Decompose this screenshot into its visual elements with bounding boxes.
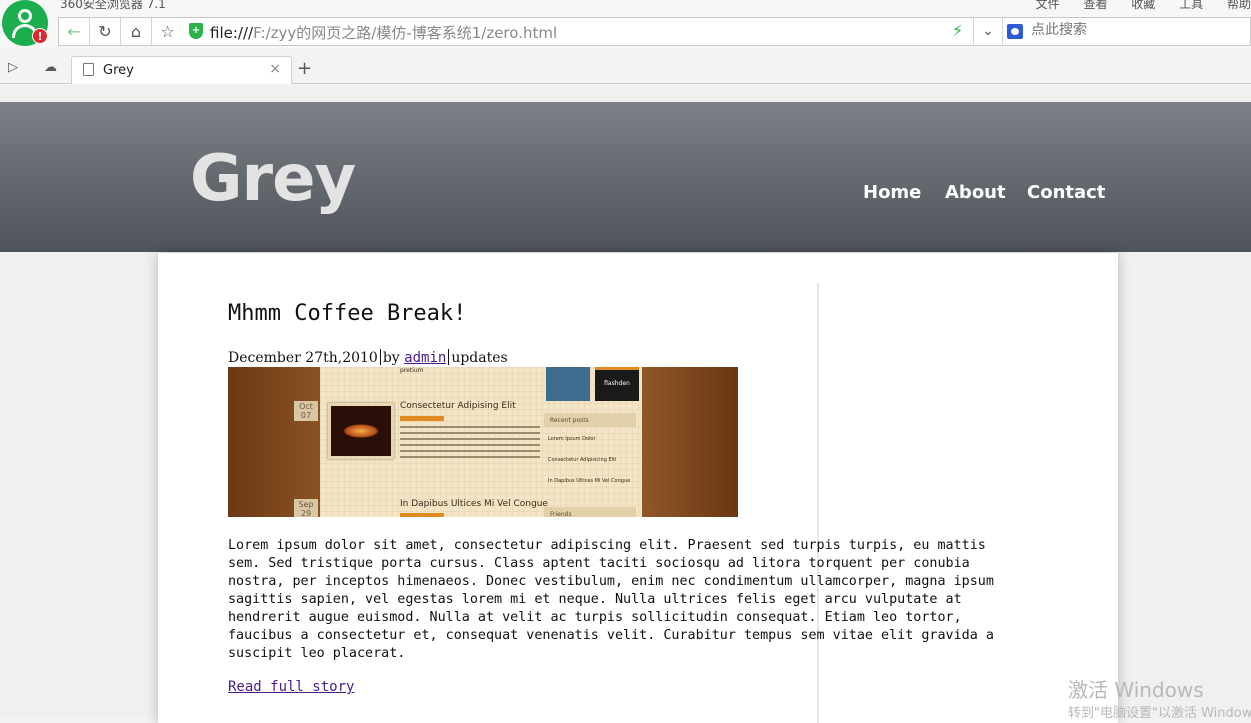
- refresh-icon: ↻: [98, 22, 112, 41]
- site-logo[interactable]: Grey: [190, 142, 356, 216]
- image-date-tag-2: Sep 29: [294, 499, 318, 517]
- post-date: December 27th,2010: [228, 350, 378, 366]
- site-header: Grey Home About Contact: [0, 102, 1251, 252]
- user-avatar[interactable]: !: [2, 0, 48, 46]
- image-thumbnail: [328, 403, 394, 459]
- post-by: by: [382, 350, 400, 366]
- menu-item-view[interactable]: 查看: [1083, 0, 1107, 11]
- meta-separator: [448, 349, 450, 365]
- star-icon: ☆: [160, 22, 175, 41]
- image-heading-1: Consectetur Adipising Elit: [400, 401, 516, 411]
- post-category: updates: [451, 350, 508, 366]
- image-ad-blue: [546, 367, 590, 401]
- browser-menu: 文件 查看 收藏 工具 帮助: [1016, 0, 1251, 12]
- tab-title: Grey: [103, 63, 134, 78]
- image-friends-box: Friends: [544, 507, 636, 517]
- image-date1-month: Oct: [299, 402, 313, 411]
- lightning-icon[interactable]: ⚡: [952, 21, 963, 40]
- image-flash-label: flashden: [604, 380, 630, 387]
- image-tag-label: [400, 513, 444, 517]
- read-more-link[interactable]: Read full story: [228, 679, 354, 695]
- new-tab-button[interactable]: +: [297, 58, 312, 79]
- cloud-icon[interactable]: ☁: [44, 60, 57, 75]
- bookmark-button[interactable]: ☆: [152, 18, 183, 45]
- post-image: pretium Oct 07 Sep 29 Consectetur Adipisin…: [228, 367, 738, 517]
- back-button[interactable]: ←: [59, 18, 90, 45]
- image-tag-label: [400, 416, 444, 421]
- image-text-lines: [400, 426, 540, 462]
- arrow-left-icon: ←: [67, 22, 81, 41]
- tab-grey[interactable]: Grey ×: [71, 56, 292, 84]
- menu-item-file[interactable]: 文件: [1036, 0, 1060, 11]
- url-dropdown-button[interactable]: ⌄: [973, 18, 1003, 45]
- address-bar[interactable]: file:///F:/zyy的网页之路/模仿-博客系统1/zero.html: [210, 22, 557, 43]
- search-input[interactable]: [1031, 22, 1241, 38]
- activation-watermark-subtitle: 转到"电脑设置"以激活 Windows: [1068, 706, 1251, 721]
- image-recent-item-1: Lorem Ipsum Dolor: [548, 436, 596, 442]
- web-page: Grey Home About Contact Mhmm Coffee Brea…: [0, 85, 1251, 723]
- url-protocol: file:///: [210, 24, 254, 42]
- avatar-head: [18, 9, 32, 23]
- menu-item-favorites[interactable]: 收藏: [1131, 0, 1155, 11]
- url-path: F:/zyy的网页之路/模仿-博客系统1/zero.html: [253, 24, 558, 42]
- image-ad-dark: flashden: [595, 367, 639, 401]
- image-date2-day: 29: [300, 509, 312, 517]
- post-title: Mhmm Coffee Break!: [228, 301, 467, 326]
- chevron-down-icon: ⌄: [982, 23, 994, 39]
- nav-home[interactable]: Home: [863, 182, 921, 203]
- address-toolbar: ← ↻ ⌂ ☆ + file:///F:/zyy的网页之路/模仿-博客系统1/z…: [58, 17, 1251, 46]
- post-body: Lorem ipsum dolor sit amet, consectetur …: [228, 538, 994, 661]
- close-icon[interactable]: ×: [269, 61, 281, 77]
- page-icon: [83, 63, 94, 76]
- author-link[interactable]: admin: [404, 350, 446, 366]
- alert-icon: !: [32, 28, 48, 44]
- image-recent-posts-box: Recent posts: [544, 413, 636, 427]
- image-date2-month: Sep: [298, 500, 314, 509]
- activation-watermark-title: 激活 Windows: [1068, 678, 1204, 702]
- image-recent-item-3: In Dapibus Ultices Mi Vel Congue: [548, 478, 631, 484]
- refresh-button[interactable]: ↻: [90, 18, 121, 45]
- image-date1-day: 07: [300, 411, 312, 420]
- nav-contact[interactable]: Contact: [1027, 182, 1105, 203]
- meta-separator: [379, 349, 381, 365]
- image-top-text: pretium: [400, 367, 424, 374]
- tab-bar: ▷ ☁ Grey × +: [0, 56, 1251, 84]
- sidebar-toggle-icon[interactable]: ▷: [8, 60, 18, 75]
- menu-item-help[interactable]: 帮助: [1227, 0, 1251, 11]
- post-meta: December 27th,2010 by admin updates: [228, 349, 508, 366]
- image-heading-2: In Dapibus Ultices Mi Vel Congue: [400, 499, 548, 509]
- image-date-tag-1: Oct 07: [294, 401, 318, 421]
- image-recent-item-2: Consectetur Adipisicing Elit: [548, 457, 617, 463]
- home-button[interactable]: ⌂: [121, 18, 152, 45]
- security-shield-icon[interactable]: +: [189, 23, 203, 39]
- baidu-paw-icon[interactable]: [1007, 24, 1023, 39]
- home-icon: ⌂: [130, 22, 142, 41]
- nav-about[interactable]: About: [945, 182, 1006, 203]
- browser-title: 360安全浏览器 7.1: [60, 0, 166, 11]
- content-panel: Mhmm Coffee Break! December 27th,2010 by …: [158, 253, 1118, 723]
- menu-item-tools[interactable]: 工具: [1179, 0, 1203, 11]
